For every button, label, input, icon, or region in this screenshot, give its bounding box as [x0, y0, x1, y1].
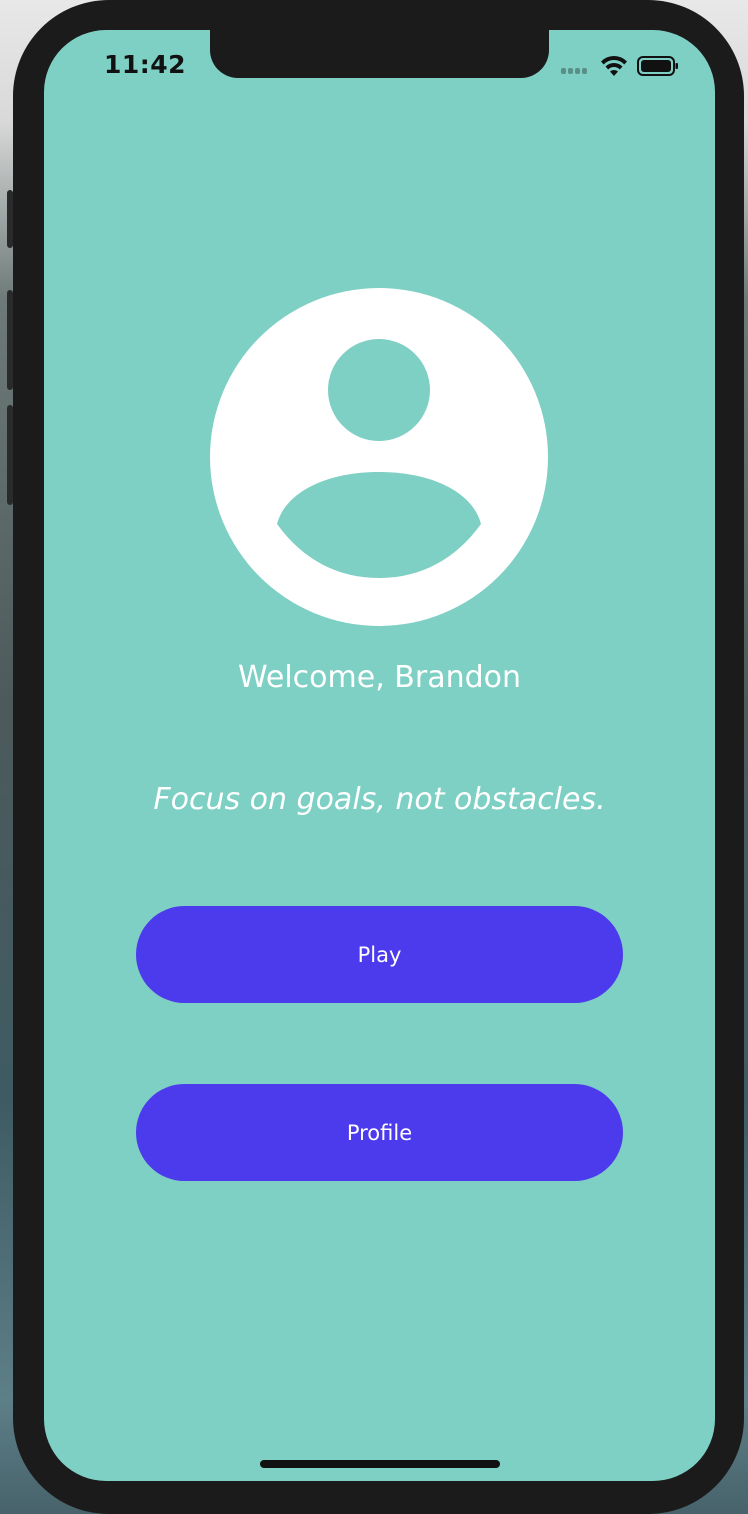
- cellular-signal-icon: [561, 68, 593, 74]
- motivational-quote: Focus on goals, not obstacles.: [153, 782, 606, 817]
- status-time: 11:42: [104, 50, 187, 79]
- device-notch: [210, 30, 549, 78]
- home-indicator[interactable]: [260, 1460, 500, 1468]
- profile-button[interactable]: Profile: [136, 1084, 623, 1181]
- user-avatar-icon: [210, 288, 548, 626]
- wifi-icon: [601, 55, 627, 76]
- mute-switch: [7, 190, 13, 248]
- volume-up-button: [7, 290, 13, 390]
- play-button[interactable]: Play: [136, 906, 623, 1003]
- app-screen: 11:42 Welcome, Brandon Focus on goals, n…: [44, 30, 715, 1481]
- battery-icon: [637, 56, 678, 76]
- volume-down-button: [7, 405, 13, 505]
- welcome-message: Welcome, Brandon: [237, 660, 522, 695]
